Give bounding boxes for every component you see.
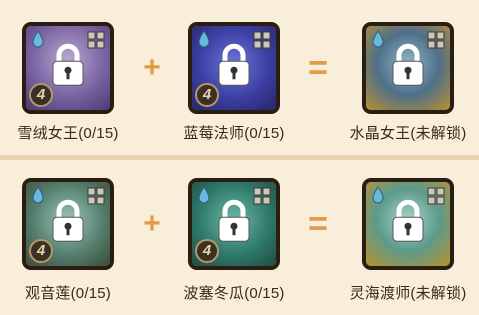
lock-icon xyxy=(218,43,250,86)
lock-icon xyxy=(218,199,250,242)
grid-icon xyxy=(87,31,105,49)
card-spirit-sea-ferryman[interactable] xyxy=(362,178,454,270)
grid-icon xyxy=(427,31,445,49)
water-drop-icon xyxy=(32,30,44,48)
lock-icon xyxy=(52,199,84,242)
card-crystal-queen[interactable] xyxy=(362,22,454,114)
card-label-lotus: 观音莲(0/15) xyxy=(25,285,111,302)
rank-badge: 4 xyxy=(29,83,53,107)
water-drop-icon xyxy=(372,30,384,48)
plus-operator: + xyxy=(143,207,161,240)
equals-operator: = xyxy=(308,205,328,243)
grid-icon xyxy=(253,31,271,49)
rank-badge: 4 xyxy=(195,239,219,263)
card-snow-queen[interactable]: 4 xyxy=(22,22,114,114)
water-drop-icon xyxy=(198,186,210,204)
card-label-poseidon-melon: 波塞冬瓜(0/15) xyxy=(183,285,285,302)
card-label-spirit-sea-ferryman: 灵海渡师(未解锁) xyxy=(349,285,467,302)
card-label-blueberry-mage: 蓝莓法师(0/15) xyxy=(183,125,285,142)
recipe-row-2: 4 观音莲(0/15) + 4 波塞冬瓜(0/15) = 灵海渡师(未解锁) xyxy=(0,160,479,315)
water-drop-icon xyxy=(198,30,210,48)
card-label-crystal-queen: 水晶女王(未解锁) xyxy=(349,125,467,142)
recipe-row-1: 4 雪绒女王(0/15) + 4 蓝莓法师(0/15) = 水晶女王(未解锁) xyxy=(0,0,479,155)
lock-icon xyxy=(392,43,424,86)
plus-operator: + xyxy=(143,51,161,84)
card-lotus[interactable]: 4 xyxy=(22,178,114,270)
grid-icon xyxy=(253,187,271,205)
water-drop-icon xyxy=(32,186,44,204)
equals-operator: = xyxy=(308,49,328,87)
lock-icon xyxy=(52,43,84,86)
rank-badge: 4 xyxy=(29,239,53,263)
card-blueberry-mage[interactable]: 4 xyxy=(188,22,280,114)
lock-icon xyxy=(392,199,424,242)
card-label-snow-queen: 雪绒女王(0/15) xyxy=(17,125,119,142)
card-poseidon-melon[interactable]: 4 xyxy=(188,178,280,270)
grid-icon xyxy=(427,187,445,205)
water-drop-icon xyxy=(372,186,384,204)
grid-icon xyxy=(87,187,105,205)
rank-badge: 4 xyxy=(195,83,219,107)
